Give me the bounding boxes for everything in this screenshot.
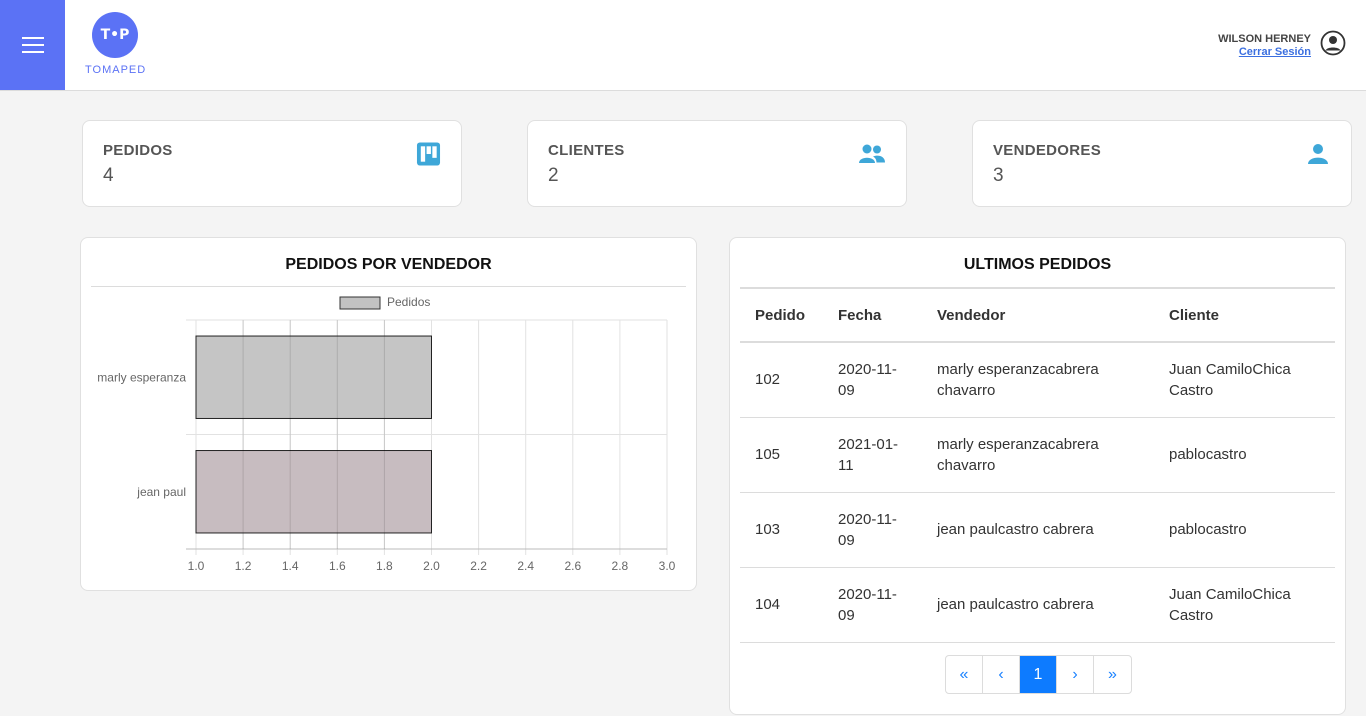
cell-fecha: 2020-11-09 <box>823 342 922 418</box>
stat-title: PEDIDOS <box>103 142 173 159</box>
y-tick-label: marly esperanza <box>97 370 186 384</box>
orders-table: Pedido Fecha Vendedor Cliente 102 2020-1… <box>740 287 1335 643</box>
bar <box>195 450 432 534</box>
orders-card: ULTIMOS PEDIDOS Pedido Fecha Vendedor Cl… <box>729 237 1346 715</box>
x-tick-label: 2.6 <box>564 559 581 573</box>
chart-card: PEDIDOS POR VENDEDOR Pedidos 1.0 1.2 1.4 1.6… <box>80 237 697 591</box>
users-icon <box>859 144 885 163</box>
cell-pedido: 103 <box>740 492 823 568</box>
date-text: 2020-11-09 <box>838 510 897 549</box>
stat-title: CLIENTES <box>548 142 625 159</box>
cell-cliente: Juan CamiloChica Castro <box>1154 342 1335 418</box>
kanban-icon <box>416 142 441 166</box>
cell-pedido: 105 <box>740 417 823 493</box>
first-page-button[interactable]: « <box>946 656 983 693</box>
user-name: WILSON HERNEY <box>1218 33 1311 45</box>
stat-card-clientes: CLIENTES 2 <box>527 120 907 207</box>
user-circle-icon[interactable] <box>1320 30 1346 56</box>
cell-pedido: 104 <box>740 567 823 643</box>
cell-fecha: 2020-11-09 <box>823 492 922 568</box>
cell-vendedor: jean paulcastro cabrera <box>922 492 1154 568</box>
client-text: Juan CamiloChica Castro <box>1169 360 1291 399</box>
seller-text: marly esperanzacabrera chavarro <box>937 435 1099 474</box>
y-tick-label: jean paul <box>136 485 186 499</box>
x-tick-label: 1.0 <box>188 559 205 573</box>
cell-fecha: 2020-11-09 <box>823 567 922 643</box>
cell-cliente: pablocastro <box>1154 492 1335 568</box>
x-tick-label: 2.4 <box>517 559 534 573</box>
stat-value: 4 <box>103 165 114 186</box>
cell-cliente: pablocastro <box>1154 417 1335 493</box>
client-text: pablocastro <box>1169 521 1247 538</box>
app-logo[interactable]: T•P TOMAPED <box>85 12 145 76</box>
pagination: « ‹ 1 › » <box>945 655 1132 694</box>
x-tick-label: 2.2 <box>470 559 487 573</box>
logo-text: TOMAPED <box>85 64 147 76</box>
x-tick-label: 1.6 <box>329 559 346 573</box>
table-row[interactable]: 105 2021-01-11 marly esperanzacabrera ch… <box>740 417 1335 493</box>
date-text: 2020-11-09 <box>838 585 897 624</box>
cell-vendedor: marly esperanzacabrera chavarro <box>922 342 1154 418</box>
cell-vendedor: marly esperanzacabrera chavarro <box>922 417 1154 493</box>
logo-mark: T•P <box>92 12 138 58</box>
cell-vendedor: jean paulcastro cabrera <box>922 567 1154 643</box>
stat-card-vendedores: VENDEDORES 3 <box>972 120 1352 207</box>
hamburger-icon <box>21 37 44 53</box>
table-row[interactable]: 104 2020-11-09 jean paulcastro cabrera J… <box>740 567 1335 643</box>
stat-value: 3 <box>993 165 1004 186</box>
previous-page-button[interactable]: ‹ <box>983 656 1020 693</box>
table-header-row: Pedido Fecha Vendedor Cliente <box>740 287 1335 343</box>
user-icon <box>1308 144 1328 164</box>
x-tick-label: 3.0 <box>659 559 676 573</box>
stat-value: 2 <box>548 165 559 186</box>
legend-label: Pedidos <box>387 295 430 309</box>
seller-text: jean paulcastro cabrera <box>937 596 1094 613</box>
cell-cliente: Juan CamiloChica Castro <box>1154 567 1335 643</box>
top-bar: T•P TOMAPED WILSON HERNEY Cerrar Sesión <box>0 0 1366 91</box>
user-menu: WILSON HERNEY Cerrar Sesión <box>1218 33 1311 58</box>
orders-title: ULTIMOS PEDIDOS <box>963 256 1112 273</box>
table-row[interactable]: 102 2020-11-09 marly esperanzacabrera ch… <box>740 342 1335 418</box>
logout-link[interactable]: Cerrar Sesión <box>1218 46 1311 58</box>
stat-title: VENDEDORES <box>993 142 1102 159</box>
table-row[interactable]: 103 2020-11-09 jean paulcastro cabrera p… <box>740 492 1335 568</box>
x-tick-label: 1.4 <box>282 559 299 573</box>
cell-pedido: 102 <box>740 342 823 418</box>
column-header-fecha: Fecha <box>823 287 922 343</box>
column-header-cliente: Cliente <box>1154 287 1335 343</box>
seller-text: jean paulcastro cabrera <box>937 521 1094 538</box>
x-tick-label: 2.0 <box>423 559 440 573</box>
column-header-vendedor: Vendedor <box>922 287 1154 343</box>
date-text: 2021-01-11 <box>838 435 899 474</box>
client-text: pablocastro <box>1169 446 1247 463</box>
bar-chart: Pedidos 1.0 1.2 1.4 1.6 1.8 2.0 2.2 2.4 2.6 2.8 3.0… <box>97 295 676 573</box>
legend-swatch <box>339 296 381 310</box>
client-text: Juan CamiloChica Castro <box>1169 585 1291 624</box>
stat-card-pedidos: PEDIDOS 4 <box>82 120 462 207</box>
column-header-pedido: Pedido <box>740 287 823 343</box>
next-page-button[interactable]: › <box>1057 656 1094 693</box>
page-1-button[interactable]: 1 <box>1020 656 1057 693</box>
date-text: 2020-11-09 <box>838 360 897 399</box>
bar <box>195 335 432 419</box>
last-page-button[interactable]: » <box>1094 656 1131 693</box>
menu-toggle-button[interactable] <box>0 0 65 90</box>
x-tick-label: 1.8 <box>376 559 393 573</box>
cell-fecha: 2021-01-11 <box>823 417 922 493</box>
seller-text: marly esperanzacabrera chavarro <box>937 360 1099 399</box>
x-tick-label: 1.2 <box>235 559 252 573</box>
x-tick-label: 2.8 <box>612 559 629 573</box>
